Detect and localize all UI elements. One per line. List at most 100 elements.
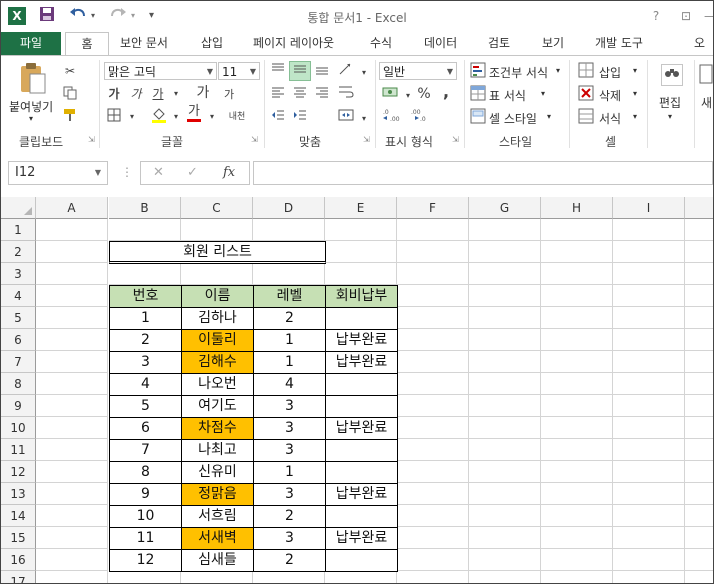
comma-button[interactable]: ,	[437, 83, 455, 101]
cell[interactable]	[685, 527, 713, 549]
format-as-table-icon[interactable]	[469, 85, 487, 103]
row-header-2[interactable]: 2	[1, 241, 36, 263]
cell[interactable]	[397, 241, 469, 263]
table-cell[interactable]: 6	[109, 417, 182, 440]
shrink-font-button[interactable]: 가	[220, 86, 238, 104]
cell[interactable]	[36, 263, 108, 285]
cell[interactable]	[541, 483, 613, 505]
align-top-icon[interactable]	[269, 62, 287, 80]
tab-data[interactable]: 데이터	[424, 32, 457, 55]
cell[interactable]	[541, 549, 613, 571]
cell[interactable]	[397, 285, 469, 307]
column-header-h[interactable]: H	[541, 197, 613, 219]
cell-styles-icon[interactable]	[469, 108, 487, 126]
cell[interactable]	[397, 351, 469, 373]
cell[interactable]	[541, 527, 613, 549]
cell-styles-dropdown-icon[interactable]: ▾	[547, 112, 551, 121]
insert-dropdown-icon[interactable]: ▾	[633, 66, 637, 75]
cell[interactable]	[253, 571, 325, 583]
cell[interactable]	[613, 373, 685, 395]
cell[interactable]	[36, 351, 108, 373]
wrap-text-icon[interactable]	[337, 85, 355, 103]
cell[interactable]	[397, 395, 469, 417]
paste-icon[interactable]	[18, 62, 48, 99]
cell[interactable]	[325, 241, 397, 263]
number-format-combo[interactable]: 일반 ▼	[379, 62, 457, 80]
insert-cells-icon[interactable]	[577, 62, 595, 80]
cell[interactable]	[36, 527, 108, 549]
cell[interactable]	[613, 329, 685, 351]
table-name-cell[interactable]: 심새들	[181, 549, 254, 572]
cell[interactable]	[36, 571, 108, 583]
table-cell[interactable]	[325, 395, 398, 418]
cell[interactable]	[613, 285, 685, 307]
cell[interactable]	[253, 219, 325, 241]
cell[interactable]	[397, 417, 469, 439]
format-dropdown-icon[interactable]: ▾	[633, 112, 637, 121]
tab-formulas[interactable]: 수식	[370, 32, 392, 55]
row-header-7[interactable]: 7	[1, 351, 36, 373]
row-header-13[interactable]: 13	[1, 483, 36, 505]
cell[interactable]	[685, 285, 713, 307]
table-cell[interactable]: 2	[109, 329, 182, 352]
cell[interactable]	[397, 549, 469, 571]
font-launcher-icon[interactable]: ⇲	[251, 136, 259, 144]
increase-indent-icon[interactable]	[291, 108, 309, 126]
tab-file[interactable]: 파일	[1, 32, 61, 55]
cell[interactable]	[613, 307, 685, 329]
row-header-1[interactable]: 1	[1, 219, 36, 241]
table-format-dropdown-icon[interactable]: ▾	[541, 89, 545, 98]
insert-function-icon[interactable]: fx	[223, 165, 235, 180]
table-cell[interactable]: 3	[253, 395, 326, 418]
number-launcher-icon[interactable]: ⇲	[452, 136, 460, 144]
cell[interactable]	[36, 373, 108, 395]
help-icon[interactable]: ?	[647, 7, 665, 25]
cell[interactable]	[685, 307, 713, 329]
clipboard-launcher-icon[interactable]: ⇲	[88, 136, 96, 144]
column-header-e[interactable]: E	[325, 197, 397, 219]
cell[interactable]	[325, 219, 397, 241]
cell[interactable]	[685, 329, 713, 351]
cell[interactable]	[541, 417, 613, 439]
column-header-g[interactable]: G	[469, 197, 541, 219]
cell[interactable]	[613, 527, 685, 549]
cell[interactable]	[36, 329, 108, 351]
font-color-icon[interactable]: 가	[185, 105, 203, 123]
format-painter-icon[interactable]	[61, 108, 79, 126]
borders-dropdown-icon[interactable]: ▾	[123, 108, 141, 126]
row-header-12[interactable]: 12	[1, 461, 36, 483]
align-middle-icon[interactable]	[289, 61, 311, 81]
tab-insert[interactable]: 삽입	[201, 32, 223, 55]
cell[interactable]	[685, 241, 713, 263]
cell[interactable]	[469, 527, 541, 549]
italic-button[interactable]: 가	[127, 85, 145, 103]
row-header-3[interactable]: 3	[1, 263, 36, 285]
table-name-cell[interactable]: 이둘리	[181, 329, 254, 352]
cell[interactable]	[469, 241, 541, 263]
table-cell[interactable]: 7	[109, 439, 182, 462]
cell[interactable]	[36, 307, 108, 329]
tab-view[interactable]: 보기	[542, 32, 564, 55]
cell[interactable]	[541, 219, 613, 241]
font-name-combo[interactable]: 맑은 고딕 ▼	[104, 62, 217, 80]
row-header-15[interactable]: 15	[1, 527, 36, 549]
cell[interactable]	[613, 483, 685, 505]
align-bottom-icon[interactable]	[313, 62, 331, 80]
column-header-b[interactable]: B	[109, 197, 181, 219]
row-header-17[interactable]: 17	[1, 571, 36, 583]
cell[interactable]	[469, 417, 541, 439]
table-cell[interactable]	[325, 549, 398, 572]
cancel-icon[interactable]: ✕	[153, 165, 164, 180]
cell[interactable]	[397, 439, 469, 461]
cell[interactable]	[397, 219, 469, 241]
cut-icon[interactable]: ✂	[61, 62, 79, 80]
tab-review[interactable]: 검토	[488, 32, 510, 55]
table-name-cell[interactable]: 나오번	[181, 373, 254, 396]
new-group-label[interactable]: 새	[701, 94, 712, 111]
table-name-cell[interactable]: 김해수	[181, 351, 254, 374]
cell[interactable]	[397, 483, 469, 505]
decrease-indent-icon[interactable]	[269, 108, 287, 126]
table-cell[interactable]: 3	[253, 417, 326, 440]
row-header-10[interactable]: 10	[1, 417, 36, 439]
cell[interactable]	[253, 263, 325, 285]
